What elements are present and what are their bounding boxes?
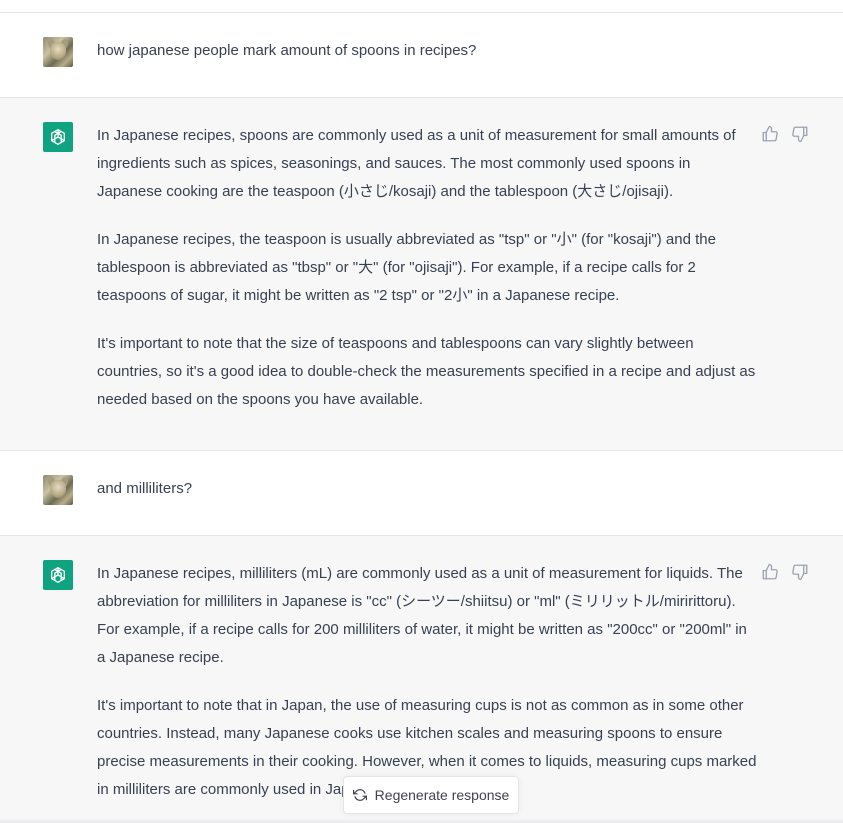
message-paragraph: In Japanese recipes, the teaspoon is usu… <box>97 231 716 304</box>
message-paragraph: It's important to note that the size of … <box>97 335 756 408</box>
message-text: In Japanese recipes, milliliters (mL) ar… <box>97 560 757 804</box>
openai-logo-icon <box>51 567 66 583</box>
feedback-actions <box>761 563 809 581</box>
message-text: In Japanese recipes, spoons are commonly… <box>97 122 757 414</box>
bottom-fade <box>0 818 843 823</box>
chat-thread: how japanese people mark amount of spoon… <box>0 0 843 823</box>
message-paragraph: how japanese people mark amount of spoon… <box>97 42 477 59</box>
feedback-actions <box>761 125 809 143</box>
assistant-avatar <box>43 560 73 590</box>
refresh-icon <box>352 789 367 801</box>
message-paragraph: In Japanese recipes, milliliters (mL) ar… <box>97 565 747 666</box>
assistant-message: In Japanese recipes, spoons are commonly… <box>0 97 843 450</box>
regenerate-response-button[interactable]: Regenerate response <box>343 776 519 814</box>
user-avatar <box>43 475 73 505</box>
thumbs-up-icon[interactable] <box>761 563 779 581</box>
message-paragraph: and milliliters? <box>97 480 193 497</box>
message-paragraph: In Japanese recipes, spoons are commonly… <box>97 127 736 200</box>
message-text: how japanese people mark amount of spoon… <box>97 37 757 65</box>
thumbs-down-icon[interactable] <box>791 563 809 581</box>
user-message: how japanese people mark amount of spoon… <box>0 12 843 97</box>
openai-logo-icon <box>51 129 66 145</box>
message-text: and milliliters? <box>97 475 757 503</box>
regenerate-label: Regenerate response <box>374 787 510 803</box>
assistant-avatar <box>43 122 73 152</box>
thumbs-up-icon[interactable] <box>761 125 779 143</box>
thumbs-down-icon[interactable] <box>791 125 809 143</box>
user-message: and milliliters? <box>0 450 843 535</box>
user-avatar <box>43 37 73 67</box>
